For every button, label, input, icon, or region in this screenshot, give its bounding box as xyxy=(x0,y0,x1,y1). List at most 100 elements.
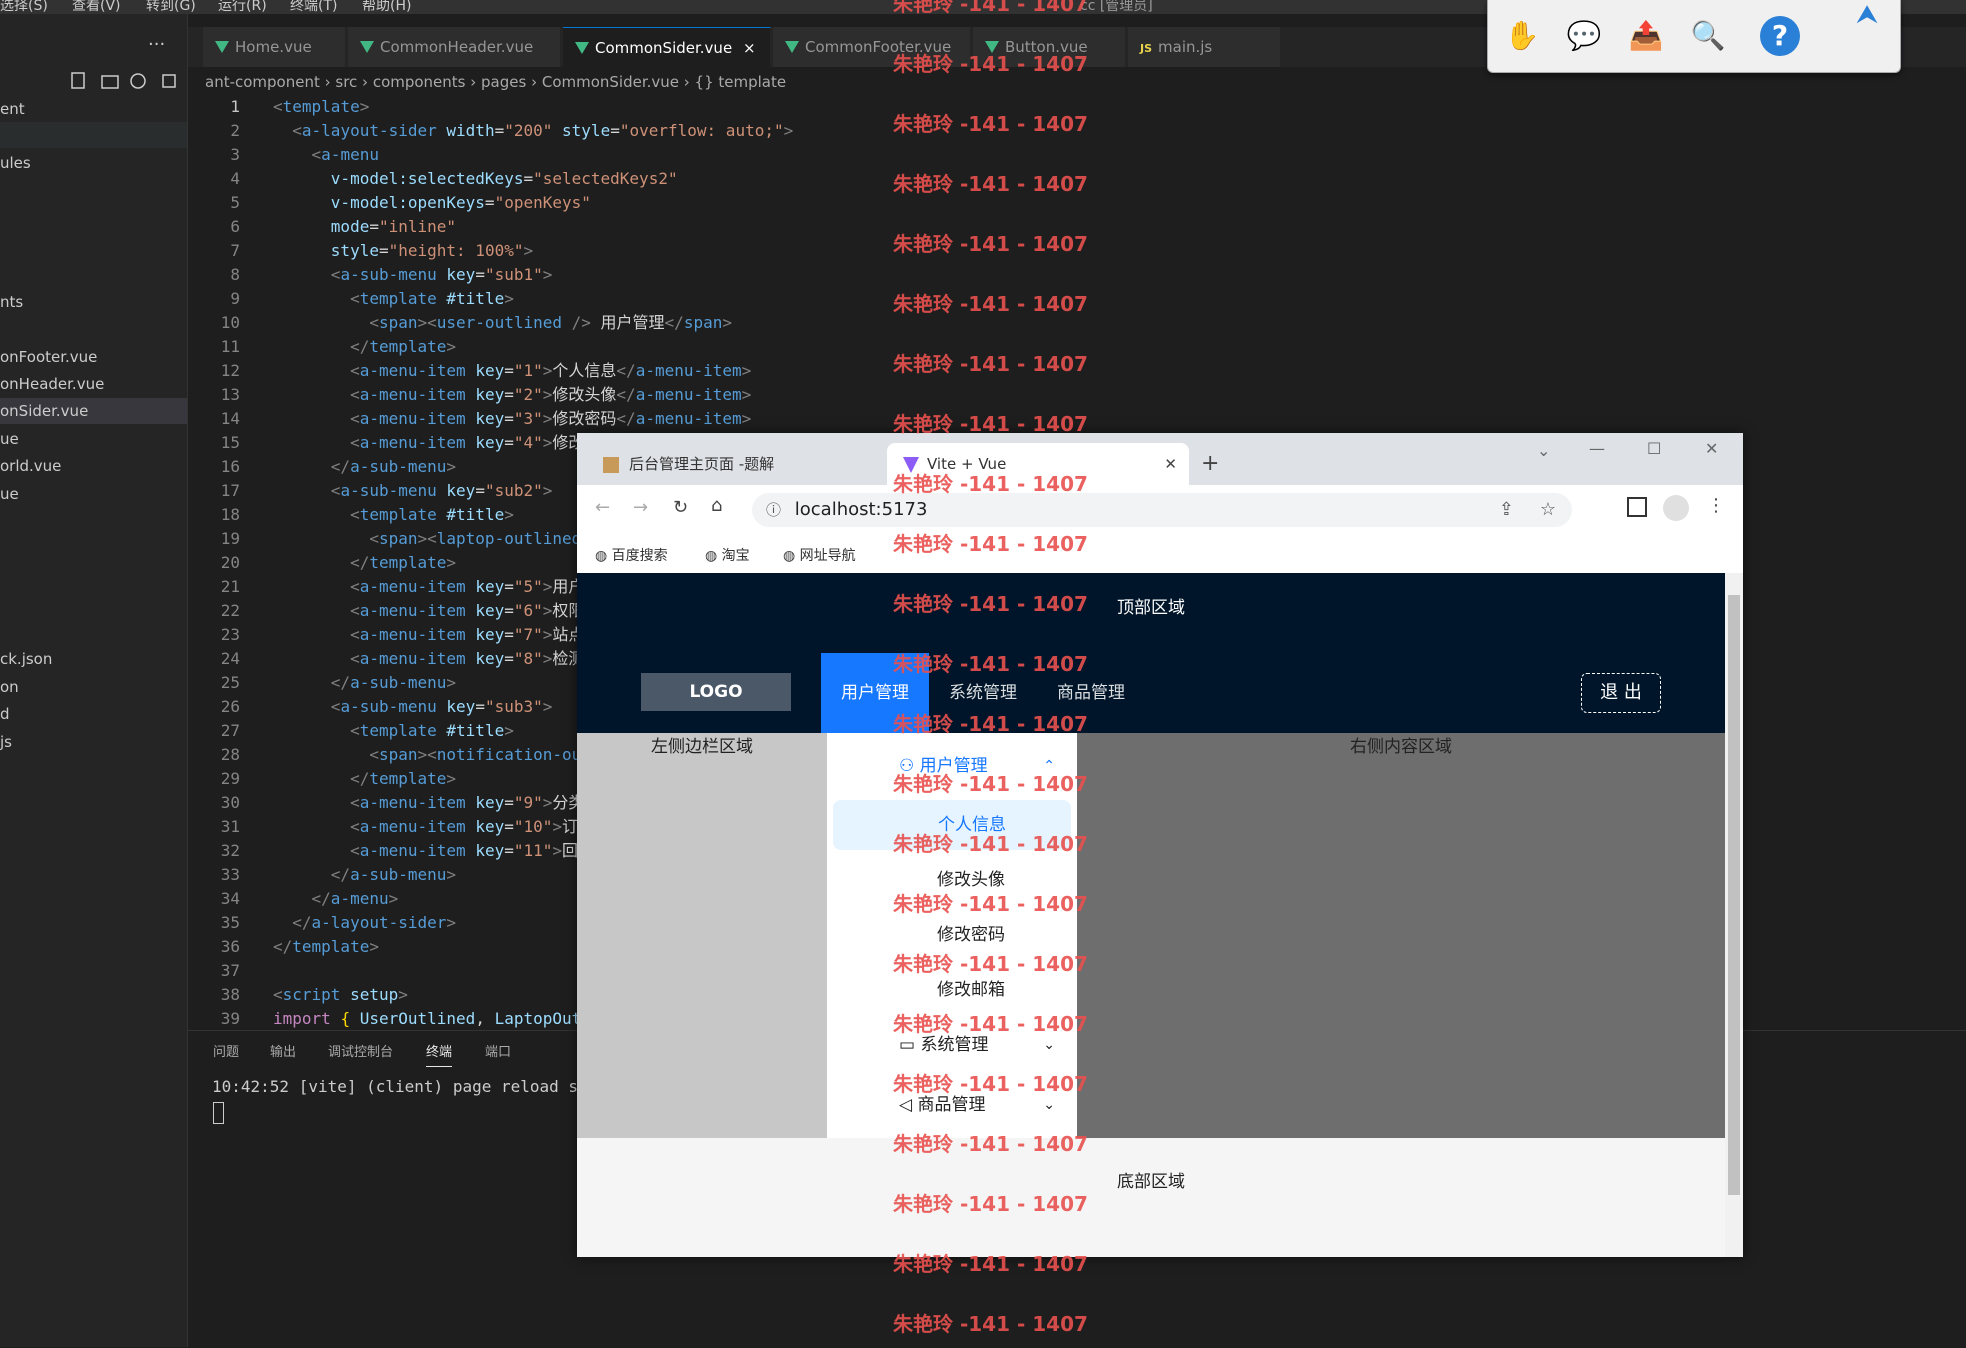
export-icon[interactable]: 📤 xyxy=(1626,16,1666,56)
explorer-item[interactable]: ue xyxy=(0,481,187,507)
explorer-item[interactable]: onHeader.vue xyxy=(0,371,187,397)
watermark-text: 朱艳玲 -141 - 1407 xyxy=(893,1192,1088,1216)
forward-icon[interactable]: → xyxy=(633,497,648,518)
explorer-item[interactable]: orld.vue xyxy=(0,453,187,479)
browser-tab-admin[interactable]: 后台管理主页面 -题解 ✕ xyxy=(585,443,903,485)
explorer-item[interactable]: on xyxy=(0,674,187,700)
header-area-label: 顶部区域 xyxy=(1117,598,1185,618)
hand-icon[interactable]: ✋ xyxy=(1502,16,1542,56)
watermark-text: 朱艳玲 -141 - 1407 xyxy=(893,712,1088,736)
menu-help[interactable]: 帮助(H) xyxy=(362,0,411,14)
explorer-panel: ··· ent ules nts onFooter.vue onHeader.v… xyxy=(0,14,188,1347)
tab-search-icon[interactable]: ⌄ xyxy=(1537,441,1550,460)
line-number: 17 xyxy=(220,481,240,500)
watermark-text: 朱艳玲 -141 - 1407 xyxy=(893,532,1088,556)
maximize-icon[interactable]: ☐ xyxy=(1647,439,1661,458)
line-number: 37 xyxy=(220,961,240,980)
line-number: 20 xyxy=(220,553,240,572)
bookmark-star-icon[interactable]: ☆ xyxy=(1540,493,1556,527)
tab-close-icon[interactable]: ✕ xyxy=(1164,443,1177,485)
back-icon[interactable]: ← xyxy=(595,497,610,518)
search-box[interactable]: cc [管理员] xyxy=(1080,0,1153,14)
breadcrumb[interactable]: ant-component › src › components › pages… xyxy=(205,70,786,94)
line-number: 25 xyxy=(220,673,240,692)
page-scrollbar[interactable] xyxy=(1725,573,1743,1257)
watermark-text: 朱艳玲 -141 - 1407 xyxy=(893,52,1088,76)
tab-common-sider[interactable]: CommonSider.vue × xyxy=(563,27,771,68)
menu-select[interactable]: 选择(S) xyxy=(0,0,48,14)
reload-icon[interactable]: ↻ xyxy=(673,497,688,518)
panel-tab-ports[interactable]: 端口 xyxy=(485,1041,511,1060)
line-number: 31 xyxy=(220,817,240,836)
floating-toolbar: ✋ 💬 📤 🔍 ? ⮝ xyxy=(1487,0,1901,73)
menu-goto[interactable]: 转到(G) xyxy=(146,0,196,14)
panel-tab-debug[interactable]: 调试控制台 xyxy=(328,1041,393,1060)
watermark-text: 朱艳玲 -141 - 1407 xyxy=(893,412,1088,436)
minimize-icon[interactable]: — xyxy=(1589,439,1605,458)
line-number: 7 xyxy=(230,241,240,260)
js-icon: JS xyxy=(1140,42,1153,55)
menu-terminal[interactable]: 终端(T) xyxy=(290,0,337,14)
explorer-item[interactable]: ent xyxy=(0,96,187,122)
watermark-text: 朱艳玲 -141 - 1407 xyxy=(893,292,1088,316)
watermark-text: 朱艳玲 -141 - 1407 xyxy=(893,1312,1088,1336)
line-number: 26 xyxy=(220,697,240,716)
collapse-up-icon[interactable]: ⮝ xyxy=(1856,0,1878,31)
tab-common-header[interactable]: CommonHeader.vue xyxy=(348,27,561,67)
close-window-icon[interactable]: ✕ xyxy=(1705,439,1718,458)
laptop-icon: ▭ xyxy=(899,1035,916,1055)
line-number: 5 xyxy=(230,193,240,212)
line-number: 30 xyxy=(220,793,240,812)
explorer-item[interactable]: nts xyxy=(0,289,187,315)
explorer-item[interactable]: onFooter.vue xyxy=(0,344,187,370)
bookmark-taobao[interactable]: ◍ 淘宝 xyxy=(705,545,750,565)
line-number: 3 xyxy=(230,145,240,164)
scrollbar-thumb[interactable] xyxy=(1728,595,1740,1195)
explorer-item-blank[interactable] xyxy=(0,122,187,148)
explorer-item[interactable]: ck.json xyxy=(0,646,187,672)
line-number: 19 xyxy=(220,529,240,548)
omnibox[interactable]: ⓘ localhost:5173 ⇪ ☆ xyxy=(752,493,1572,527)
explorer-item[interactable]: ules xyxy=(0,150,187,176)
profile-avatar[interactable] xyxy=(1663,495,1689,521)
more-actions-icon[interactable]: ··· xyxy=(148,34,165,55)
line-number: 13 xyxy=(220,385,240,404)
line-number: 11 xyxy=(220,337,240,356)
logout-button[interactable]: 退 出 xyxy=(1581,673,1661,713)
comment-icon[interactable]: 💬 xyxy=(1564,16,1604,56)
kebab-menu-icon[interactable]: ⋮ xyxy=(1707,495,1725,516)
new-tab-icon[interactable]: + xyxy=(1201,451,1219,476)
watermark-text: 朱艳玲 -141 - 1407 xyxy=(893,0,1088,16)
zoom-doc-icon[interactable]: 🔍 xyxy=(1688,16,1728,56)
explorer-item[interactable]: js xyxy=(0,729,187,755)
vue-icon xyxy=(575,41,589,54)
line-number: 15 xyxy=(220,433,240,452)
bookmark-nav[interactable]: ◍ 网址导航 xyxy=(783,545,856,565)
terminal-output[interactable]: 10:42:52 [vite] (client) page reload src… xyxy=(212,1077,607,1096)
tab-home[interactable]: Home.vue xyxy=(203,27,346,67)
panel-tab-output[interactable]: 输出 xyxy=(270,1041,296,1060)
menu-run[interactable]: 运行(R) xyxy=(218,0,267,14)
share-icon[interactable]: ⇪ xyxy=(1499,493,1514,527)
bookmark-baidu[interactable]: ◍ 百度搜索 xyxy=(595,545,668,565)
panel-tab-problems[interactable]: 问题 xyxy=(213,1041,239,1060)
sidepanel-icon[interactable] xyxy=(1627,497,1647,517)
app-footer: 底部区域 xyxy=(577,1138,1725,1257)
watermark-text: 朱艳玲 -141 - 1407 xyxy=(893,1132,1088,1156)
tab-main-js[interactable]: JS main.js xyxy=(1128,27,1281,67)
panel-tab-terminal[interactable]: 终端 xyxy=(426,1041,453,1067)
vue-icon xyxy=(360,40,374,53)
line-number: 4 xyxy=(230,169,240,188)
explorer-item[interactable]: d xyxy=(0,701,187,727)
line-number: 29 xyxy=(220,769,240,788)
tab-close-icon[interactable]: × xyxy=(743,39,756,57)
explorer-item-selected[interactable]: onSider.vue xyxy=(0,398,187,424)
line-number: 27 xyxy=(220,721,240,740)
info-icon[interactable]: ⓘ xyxy=(766,501,781,519)
help-icon[interactable]: ? xyxy=(1760,16,1800,56)
home-icon[interactable]: ⌂ xyxy=(711,495,722,516)
explorer-item[interactable]: ue xyxy=(0,426,187,452)
line-number: 36 xyxy=(220,937,240,956)
watermark-text: 朱艳玲 -141 - 1407 xyxy=(893,832,1088,856)
menu-view[interactable]: 查看(V) xyxy=(72,0,121,14)
